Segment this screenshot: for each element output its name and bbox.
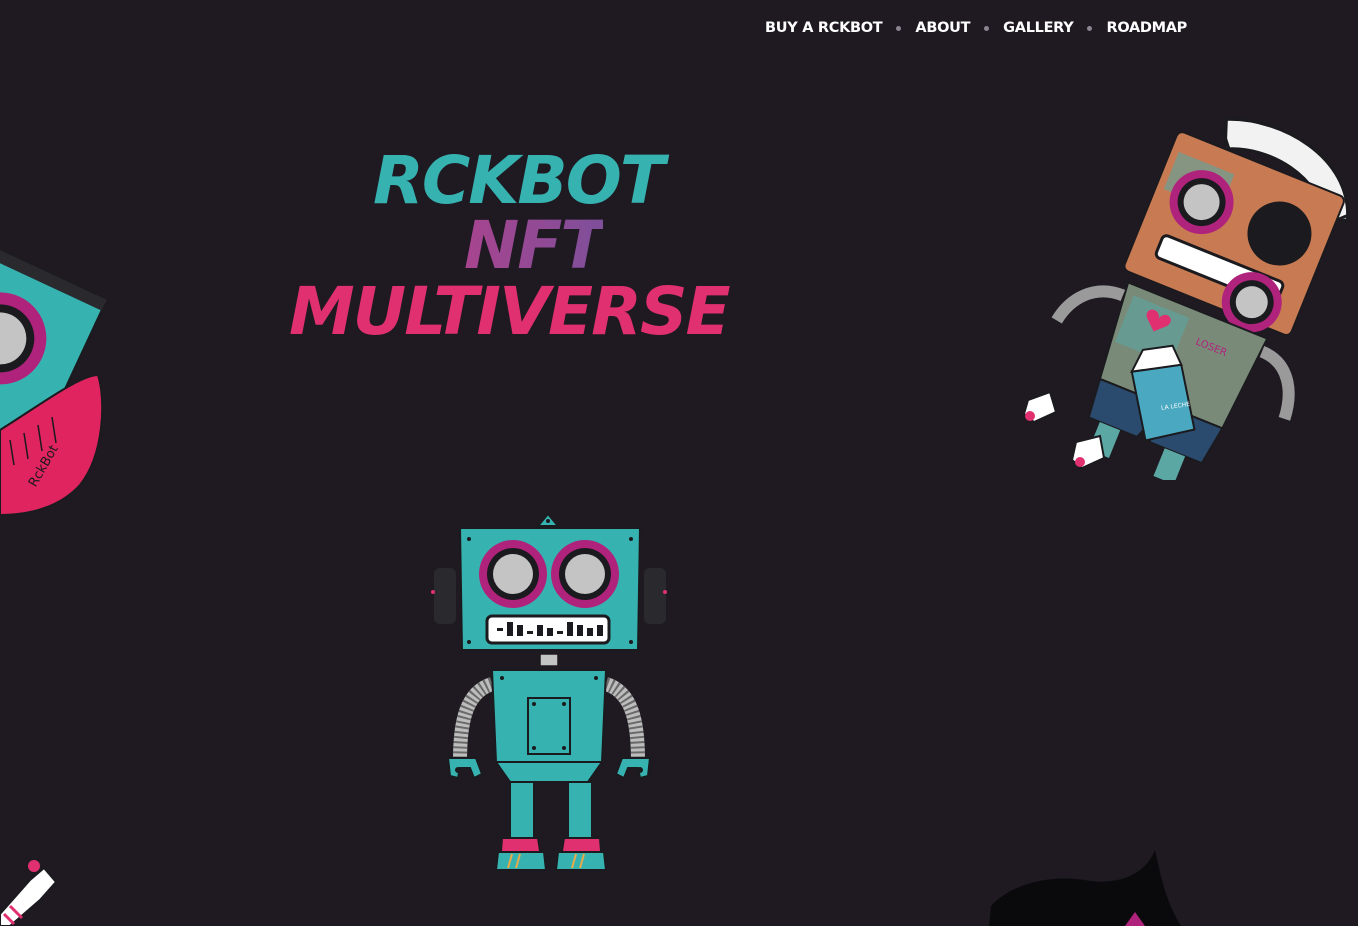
hero-title-line-nft: NFT — [464, 213, 605, 279]
page: BUY A RCKBOT ABOUT GALLERY ROADMAP RCKBO… — [0, 0, 1358, 926]
hero-title-line-multiverse: MULTIVERSE — [289, 273, 731, 350]
robot-illustration-main — [431, 512, 667, 871]
robot-illustration-bottom-right-partial — [989, 850, 1181, 926]
robot-illustration-bottom-left-partial — [0, 860, 58, 926]
robot-illustration-floating-sailor: LOSER LA LECHE — [1022, 117, 1349, 480]
hero-title-line-rckbot: RCKBOT — [373, 142, 665, 219]
robot-illustration-left-partial: RckBot — [0, 232, 107, 515]
